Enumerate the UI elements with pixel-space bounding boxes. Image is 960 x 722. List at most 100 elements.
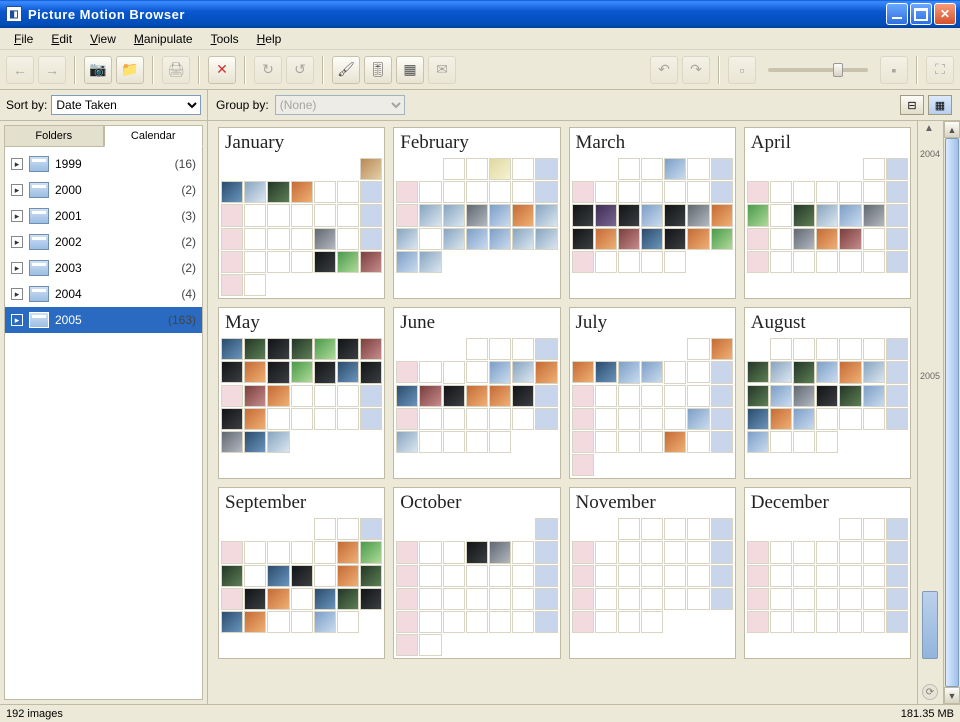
day-cell[interactable] [618, 518, 640, 540]
day-cell[interactable] [863, 408, 885, 430]
zoom-in-button[interactable]: ▪ [880, 56, 908, 84]
photo-thumbnail[interactable] [292, 362, 312, 382]
day-cell[interactable] [291, 338, 313, 360]
day-cell[interactable] [535, 338, 557, 360]
day-cell[interactable] [396, 565, 418, 587]
print-button[interactable]: 🖨 [162, 56, 190, 84]
day-cell[interactable] [687, 338, 709, 360]
day-cell[interactable] [512, 361, 534, 383]
day-cell[interactable] [267, 385, 289, 407]
undo-button[interactable]: ↶ [650, 56, 678, 84]
day-cell[interactable] [419, 634, 441, 656]
day-cell[interactable] [314, 385, 336, 407]
day-cell[interactable] [267, 338, 289, 360]
day-cell[interactable] [595, 385, 617, 407]
day-cell[interactable] [886, 541, 908, 563]
day-cell[interactable] [664, 181, 686, 203]
menu-edit[interactable]: Edit [43, 30, 80, 48]
day-cell[interactable] [839, 565, 861, 587]
day-cell[interactable] [512, 565, 534, 587]
photo-thumbnail[interactable] [513, 362, 533, 382]
day-cell[interactable] [572, 588, 594, 610]
day-cell[interactable] [687, 228, 709, 250]
day-cell[interactable] [360, 181, 382, 203]
day-cell[interactable] [641, 385, 663, 407]
day-cell[interactable] [816, 338, 838, 360]
photo-thumbnail[interactable] [245, 589, 265, 609]
photo-thumbnail[interactable] [712, 205, 732, 225]
year-row-2000[interactable]: ▸2000(2) [5, 177, 202, 203]
timeline-label[interactable]: 2005 [920, 371, 940, 381]
day-cell[interactable] [489, 385, 511, 407]
day-cell[interactable] [595, 361, 617, 383]
day-cell[interactable] [863, 361, 885, 383]
year-row-2005[interactable]: ▸2005(163) [5, 307, 202, 333]
day-cell[interactable] [244, 274, 266, 296]
photo-thumbnail[interactable] [840, 362, 860, 382]
day-cell[interactable] [291, 588, 313, 610]
month-july[interactable]: July [569, 307, 736, 479]
photo-thumbnail[interactable] [444, 229, 464, 249]
day-cell[interactable] [863, 611, 885, 633]
day-cell[interactable] [618, 408, 640, 430]
day-cell[interactable] [793, 251, 815, 273]
photo-thumbnail[interactable] [268, 589, 288, 609]
day-cell[interactable] [664, 431, 686, 453]
day-cell[interactable] [512, 338, 534, 360]
day-cell[interactable] [314, 611, 336, 633]
photo-thumbnail[interactable] [665, 205, 685, 225]
photo-thumbnail[interactable] [222, 362, 242, 382]
day-cell[interactable] [443, 158, 465, 180]
day-cell[interactable] [572, 541, 594, 563]
photo-thumbnail[interactable] [268, 182, 288, 202]
import-camera-button[interactable]: 📷 [84, 56, 112, 84]
day-cell[interactable] [396, 611, 418, 633]
day-cell[interactable] [687, 588, 709, 610]
day-cell[interactable] [396, 361, 418, 383]
day-cell[interactable] [793, 611, 815, 633]
day-cell[interactable] [747, 611, 769, 633]
day-cell[interactable] [793, 228, 815, 250]
day-cell[interactable] [618, 251, 640, 273]
day-cell[interactable] [770, 565, 792, 587]
photo-thumbnail[interactable] [771, 409, 791, 429]
day-cell[interactable] [512, 588, 534, 610]
day-cell[interactable] [396, 204, 418, 226]
day-cell[interactable] [360, 158, 382, 180]
day-cell[interactable] [839, 338, 861, 360]
photo-thumbnail[interactable] [361, 339, 381, 359]
day-cell[interactable] [419, 408, 441, 430]
photo-thumbnail[interactable] [665, 159, 685, 179]
day-cell[interactable] [816, 565, 838, 587]
photo-thumbnail[interactable] [794, 386, 814, 406]
expand-icon[interactable]: ▸ [11, 210, 23, 222]
day-cell[interactable] [711, 361, 733, 383]
day-cell[interactable] [337, 204, 359, 226]
day-cell[interactable] [535, 385, 557, 407]
adjust-image-button[interactable]: 🎚 [364, 56, 392, 84]
day-cell[interactable] [244, 204, 266, 226]
day-cell[interactable] [291, 181, 313, 203]
day-cell[interactable] [489, 588, 511, 610]
day-cell[interactable] [863, 338, 885, 360]
day-cell[interactable] [443, 588, 465, 610]
day-cell[interactable] [535, 518, 557, 540]
photo-thumbnail[interactable] [222, 182, 242, 202]
close-button[interactable] [934, 3, 956, 25]
photo-thumbnail[interactable] [315, 589, 335, 609]
day-cell[interactable] [572, 385, 594, 407]
day-cell[interactable] [419, 361, 441, 383]
day-cell[interactable] [489, 408, 511, 430]
photo-thumbnail[interactable] [536, 229, 556, 249]
day-cell[interactable] [221, 181, 243, 203]
day-cell[interactable] [535, 611, 557, 633]
photo-thumbnail[interactable] [245, 339, 265, 359]
day-cell[interactable] [687, 385, 709, 407]
expand-icon[interactable]: ▸ [11, 184, 23, 196]
day-cell[interactable] [360, 228, 382, 250]
photo-thumbnail[interactable] [748, 432, 768, 452]
day-cell[interactable] [793, 385, 815, 407]
day-cell[interactable] [291, 204, 313, 226]
photo-thumbnail[interactable] [315, 612, 335, 632]
photo-thumbnail[interactable] [794, 362, 814, 382]
